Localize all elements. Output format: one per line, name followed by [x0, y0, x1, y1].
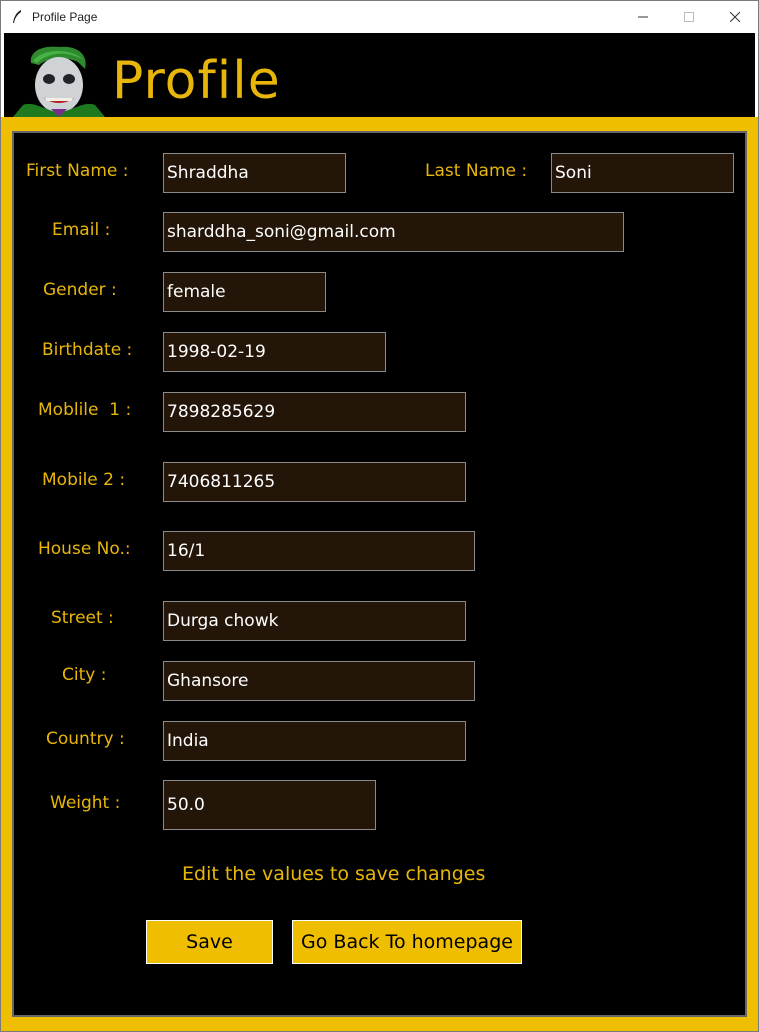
save-button[interactable]: Save — [146, 920, 273, 964]
close-icon — [730, 12, 740, 22]
last-name-label: Last Name : — [425, 161, 528, 181]
gold-frame: First Name : Last Name : Email : Gender … — [1, 117, 758, 1031]
birthdate-label: Birthdate : — [42, 340, 133, 360]
feather-icon — [13, 10, 21, 23]
title-bar: Profile Page — [1, 1, 758, 33]
minimize-icon — [638, 16, 648, 18]
go-back-homepage-button[interactable]: Go Back To homepage — [292, 920, 522, 964]
street-field[interactable] — [163, 601, 466, 641]
country-label: Country : — [46, 729, 125, 749]
email-label: Email : — [52, 220, 111, 240]
weight-label: Weight : — [50, 793, 121, 813]
edit-hint-text: Edit the values to save changes — [182, 863, 486, 885]
mobile-2-label: Mobile 2 : — [42, 470, 126, 490]
last-name-field[interactable] — [551, 153, 734, 193]
mobile-2-field[interactable] — [163, 462, 466, 502]
city-field[interactable] — [163, 661, 475, 701]
street-label: Street : — [51, 608, 114, 628]
mobile-1-field[interactable] — [163, 392, 466, 432]
maximize-icon — [684, 12, 694, 22]
city-label: City : — [62, 665, 107, 685]
first-name-field[interactable] — [163, 153, 346, 193]
house-no-label: House No.: — [38, 539, 131, 559]
first-name-label: First Name : — [26, 161, 129, 181]
maximize-button[interactable] — [666, 1, 712, 33]
profile-header: Profile — [4, 33, 755, 117]
profile-window: Profile Page Profile First Name : Shradd… — [0, 0, 759, 1032]
mobile-1-label: Moblile 1 : — [38, 400, 132, 420]
page-title: Profile — [112, 51, 281, 111]
joker-avatar-icon — [13, 43, 105, 117]
minimize-button[interactable] — [620, 1, 666, 33]
house-no-field[interactable] — [163, 531, 475, 571]
email-field[interactable] — [163, 212, 624, 252]
close-button[interactable] — [712, 1, 758, 33]
weight-field[interactable] — [163, 780, 376, 830]
gender-label: Gender : — [43, 280, 117, 300]
window-title: Profile Page — [32, 10, 98, 24]
gender-field[interactable] — [163, 272, 326, 312]
profile-form: First Name : Last Name : Email : Gender … — [12, 131, 747, 1017]
birthdate-field[interactable] — [163, 332, 386, 372]
country-field[interactable] — [163, 721, 466, 761]
